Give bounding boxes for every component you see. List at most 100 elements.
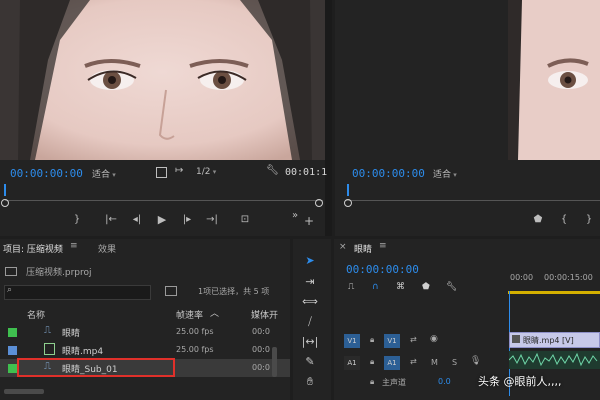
program-timecode[interactable]: 00:00:00:00 (352, 167, 425, 180)
marker-icon[interactable]: ⬟ (422, 282, 430, 292)
audio-waveform (508, 352, 598, 367)
source-fit-dropdown[interactable]: 适合 (92, 167, 148, 180)
timeline-tab-menu-icon[interactable]: ≡ (379, 241, 387, 251)
razor-icon[interactable]: ⧸ (300, 313, 320, 331)
item-fps: 25.00 fps (176, 345, 214, 354)
item-name: 眼睛 (62, 329, 81, 339)
master-track-label: 主声道 (382, 378, 406, 387)
column-name[interactable]: 名称 (27, 308, 45, 321)
item-media: 00:0 (252, 363, 270, 372)
track-target-v1[interactable]: V1 (384, 334, 400, 348)
source-settings-icon[interactable] (156, 167, 167, 178)
solo-button[interactable]: S (452, 358, 457, 367)
pen-icon[interactable]: ✎ (300, 353, 320, 371)
program-marker-icon[interactable]: ⬟ (531, 214, 545, 225)
hand-icon[interactable]: ✋︎ (300, 373, 320, 391)
item-name: 眼睛.mp4 (62, 347, 104, 357)
mark-out-icon[interactable]: } (70, 214, 84, 225)
ruler-start: 00:00 (510, 273, 534, 282)
add-button-icon[interactable]: + (302, 214, 316, 228)
item-media: 00:0 (252, 345, 270, 354)
nest-icon[interactable]: ⎍ (348, 282, 354, 292)
item-media: 00:0 (252, 327, 270, 336)
source-patch-v1[interactable]: V1 (344, 334, 360, 348)
selection-tool-icon[interactable]: ➤ (300, 252, 320, 270)
go-to-out-icon[interactable]: →| (205, 214, 219, 225)
work-area-bar[interactable] (508, 291, 600, 294)
search-input[interactable]: ⌕ (4, 285, 151, 300)
program-mark-in-icon[interactable]: { (557, 214, 571, 225)
source-timecode[interactable]: 00:00:00:00 (10, 167, 83, 180)
video-clip[interactable]: 眼睛.mp4 [V] (509, 332, 600, 348)
project-file-name: 压缩视频.prproj (26, 268, 92, 278)
master-lock-icon[interactable]: 🔒︎ (370, 377, 374, 387)
a1-sync-icon[interactable]: ⇄ (410, 357, 417, 366)
snap-icon[interactable]: ∩ (372, 282, 379, 292)
tab-project-menu-icon[interactable]: ≡ (70, 241, 78, 251)
watermark: 头条 @眼前人,,,, (478, 375, 562, 388)
linked-icon[interactable]: ⌘ (396, 282, 405, 292)
microphone-icon[interactable]: 🎙︎ (470, 356, 481, 366)
timeline-settings-icon[interactable]: 🔧︎ (446, 282, 457, 292)
wrench-icon[interactable]: 🔧︎ (266, 165, 279, 176)
list-item[interactable]: ⎍ 眼睛 25.00 fps 00:0 (0, 323, 290, 341)
insert-icon[interactable]: ⊡ (238, 214, 252, 225)
source-monitor: 00:00:00:00 适合 ↦ 1/2 🔧︎ 00:01:1 } |← ◂| … (0, 0, 332, 236)
clip-fx-icon (512, 335, 520, 343)
a1-lock-icon[interactable]: 🔒︎ (370, 357, 374, 367)
selection-info: 1项已选择，共 5 项 (198, 287, 270, 296)
source-video-frame (0, 0, 325, 160)
label-color-swatch (8, 346, 17, 355)
track-target-a1[interactable]: A1 (384, 356, 400, 370)
mute-button[interactable]: M (431, 358, 438, 367)
column-media[interactable]: 媒体开 (251, 308, 278, 321)
slip-icon[interactable]: |↔| (300, 333, 320, 351)
step-forward-icon[interactable]: |▸ (180, 214, 194, 225)
vertical-scrollbar[interactable] (272, 347, 277, 377)
label-color-swatch (8, 364, 17, 373)
source-frame-edge (325, 0, 332, 236)
source-scrubber[interactable] (5, 186, 323, 201)
program-scrubber[interactable] (345, 186, 600, 201)
project-panel: 项目: 压缩视频 ≡ 效果 压缩视频.prproj ⌕ 1项已选择，共 5 项 … (0, 239, 290, 400)
horizontal-scrollbar[interactable] (4, 389, 44, 394)
source-scrub-end[interactable] (313, 197, 325, 209)
go-to-in-icon[interactable]: |← (104, 214, 118, 225)
program-monitor: 00:00:00:00 适合 ⬟ { } (335, 0, 600, 236)
program-video-frame (508, 0, 600, 160)
timeline-tab[interactable]: 眼睛 (354, 242, 372, 255)
sort-chevron-icon[interactable]: ︿ (210, 306, 219, 319)
selection-highlight-box (17, 358, 175, 377)
ruler-mark: 00:00:15:00 (544, 273, 593, 282)
ripple-edit-icon[interactable]: ⟺ (300, 293, 320, 311)
tab-effects[interactable]: 效果 (98, 242, 116, 255)
list-item[interactable]: 眼睛.mp4 25.00 fps 00:0 (0, 341, 290, 359)
v1-lock-icon[interactable]: 🔒︎ (370, 335, 374, 345)
master-volume[interactable]: 0.0 (438, 377, 451, 386)
clip-label: 眼睛.mp4 [V] (523, 336, 574, 345)
label-color-swatch (8, 328, 17, 337)
source-playhead[interactable] (0, 184, 12, 210)
v1-sync-icon[interactable]: ⇄ (410, 335, 417, 344)
item-fps: 25.00 fps (176, 327, 214, 336)
track-select-icon[interactable]: ⇥ (300, 273, 320, 291)
source-arrows-icon[interactable]: ↦ (175, 165, 183, 176)
program-playhead[interactable] (343, 184, 355, 210)
more-icon[interactable]: » (288, 210, 302, 221)
program-fit-dropdown[interactable]: 适合 (433, 167, 493, 180)
close-icon[interactable]: × (339, 242, 347, 252)
play-icon[interactable]: ▶ (155, 213, 169, 226)
source-resolution-dropdown[interactable]: 1/2 (196, 167, 254, 177)
program-mark-out-icon[interactable]: } (582, 214, 596, 225)
audio-clip[interactable] (508, 351, 600, 369)
new-bin-icon[interactable] (165, 286, 177, 296)
search-icon: ⌕ (7, 285, 13, 295)
source-end-timecode: 00:01:1 (285, 167, 328, 178)
tab-project[interactable]: 项目: 压缩视频 (3, 242, 63, 255)
source-patch-a1[interactable]: A1 (344, 356, 360, 370)
video-clip-icon (44, 343, 55, 355)
timeline-timecode[interactable]: 00:00:00:00 (346, 263, 419, 276)
step-back-icon[interactable]: ◂| (130, 214, 144, 225)
column-framerate[interactable]: 帧速率 (176, 308, 203, 321)
v1-eye-icon[interactable]: ◉ (430, 334, 438, 344)
